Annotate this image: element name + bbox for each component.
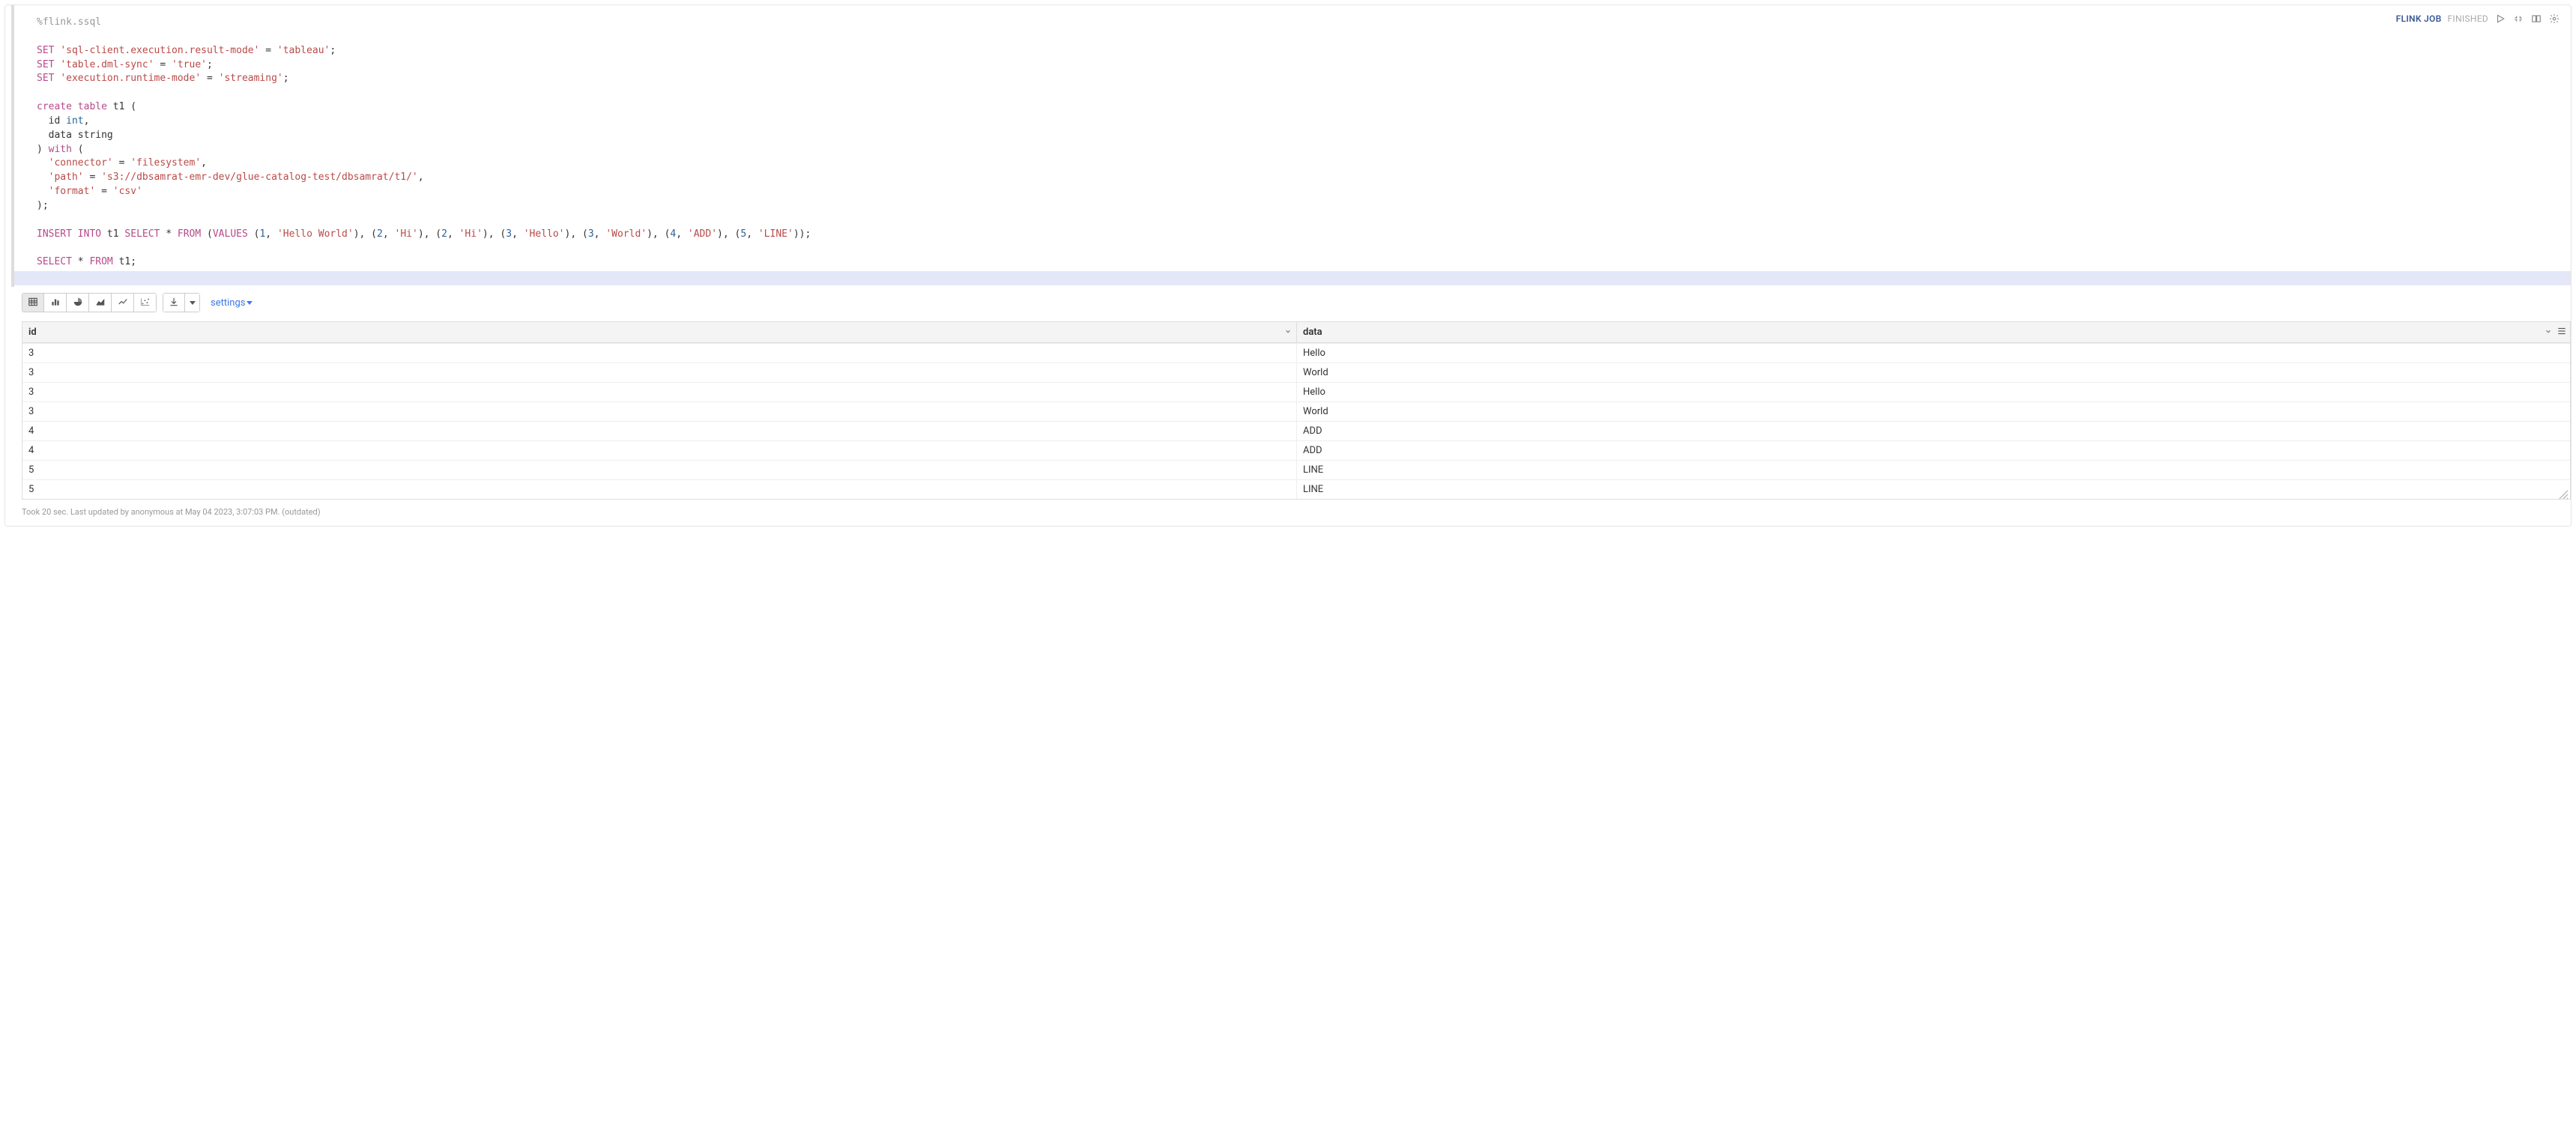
table-row[interactable]: 3Hello [22,382,2570,401]
cell-id: 3 [22,401,1296,421]
table-row[interactable]: 4ADD [22,421,2570,440]
cell-id: 5 [22,479,1296,499]
cell-data: ADD [1296,440,2570,460]
cell-id: 3 [22,363,1296,382]
notebook-cell: FLINK JOB FINISHED %flink.ssql SET 'sql-… [0,0,2576,531]
code-line: SELECT * FROM t1; [37,255,2557,270]
code-line: SET 'execution.runtime-mode' = 'streamin… [37,72,2557,86]
column-label: id [28,327,37,338]
cell-id: 4 [22,421,1296,440]
execution-status: Took 20 sec. Last updated by anonymous a… [5,503,2571,526]
area-chart-icon [95,297,106,309]
line-chart-button[interactable] [112,293,134,312]
table-view-button[interactable] [22,293,44,312]
table-row[interactable]: 5LINE [22,479,2570,499]
bar-chart-icon [50,297,61,309]
result-toolbar: settings [5,287,2571,318]
cell-data: World [1296,401,2570,421]
cell-id: 4 [22,440,1296,460]
code-line: create table t1 ( [37,100,2557,115]
line-chart-icon [118,297,128,309]
cell-id: 3 [22,382,1296,401]
code-line: data string [37,129,2557,143]
code-line: 'path' = 's3://dbsamrat-emr-dev/glue-cat… [37,171,2557,185]
code-line: ) with ( [37,143,2557,157]
cell-data: ADD [1296,421,2570,440]
interpreter-hint: %flink.ssql [37,16,2557,30]
pie-chart-icon [73,297,83,309]
code-line [37,213,2557,228]
pie-chart-button[interactable] [67,293,89,312]
download-menu-button[interactable] [185,293,200,312]
code-line: INSERT INTO t1 SELECT * FROM (VALUES (1,… [37,228,2557,242]
table-row[interactable]: 5LINE [22,460,2570,479]
download-button[interactable] [163,293,185,312]
settings-label: settings [211,297,245,309]
viz-button-group [22,293,157,312]
cursor-line [14,271,2571,285]
resize-handle[interactable] [2559,490,2568,499]
result-table: id data 3H [22,321,2571,500]
caret-down-icon [247,301,253,305]
download-icon [169,297,179,309]
code-line: ); [37,199,2557,213]
scatter-chart-button[interactable] [134,293,157,312]
cell-id: 5 [22,460,1296,479]
settings-link[interactable]: settings [211,297,253,309]
column-label: data [1303,327,1322,338]
table-row[interactable]: 3Hello [22,343,2570,363]
code-line [37,242,2557,256]
table-row[interactable]: 3World [22,401,2570,421]
code-line: SET 'sql-client.execution.result-mode' =… [37,44,2557,58]
table-row[interactable]: 3World [22,363,2570,382]
caret-down-icon [190,301,196,305]
area-chart-button[interactable] [89,293,112,312]
table-icon [28,297,38,309]
cell-data: LINE [1296,479,2570,499]
chevron-down-icon[interactable] [1284,327,1292,338]
cell-data: LINE [1296,460,2570,479]
table-row[interactable]: 4ADD [22,440,2570,460]
column-header-id[interactable]: id [22,322,1296,343]
column-menu-icon[interactable] [2557,326,2567,339]
cell-data: Hello [1296,382,2570,401]
cell-inner: FLINK JOB FINISHED %flink.ssql SET 'sql-… [4,4,2572,527]
code-line [37,86,2557,100]
code-editor[interactable]: %flink.ssql SET 'sql-client.execution.re… [11,5,2571,287]
chevron-down-icon[interactable] [2545,327,2552,338]
cell-id: 3 [22,343,1296,363]
code-line: 'format' = 'csv' [37,185,2557,199]
code-line: 'connector' = 'filesystem', [37,157,2557,171]
table-header-row: id data [22,322,2570,343]
code-line: id int, [37,115,2557,129]
bar-chart-button[interactable] [44,293,67,312]
download-button-group [163,293,200,312]
code-line: SET 'table.dml-sync' = 'true'; [37,58,2557,73]
column-header-data[interactable]: data [1296,322,2570,343]
scatter-chart-icon [140,297,151,309]
cell-data: Hello [1296,343,2570,363]
cell-data: World [1296,363,2570,382]
